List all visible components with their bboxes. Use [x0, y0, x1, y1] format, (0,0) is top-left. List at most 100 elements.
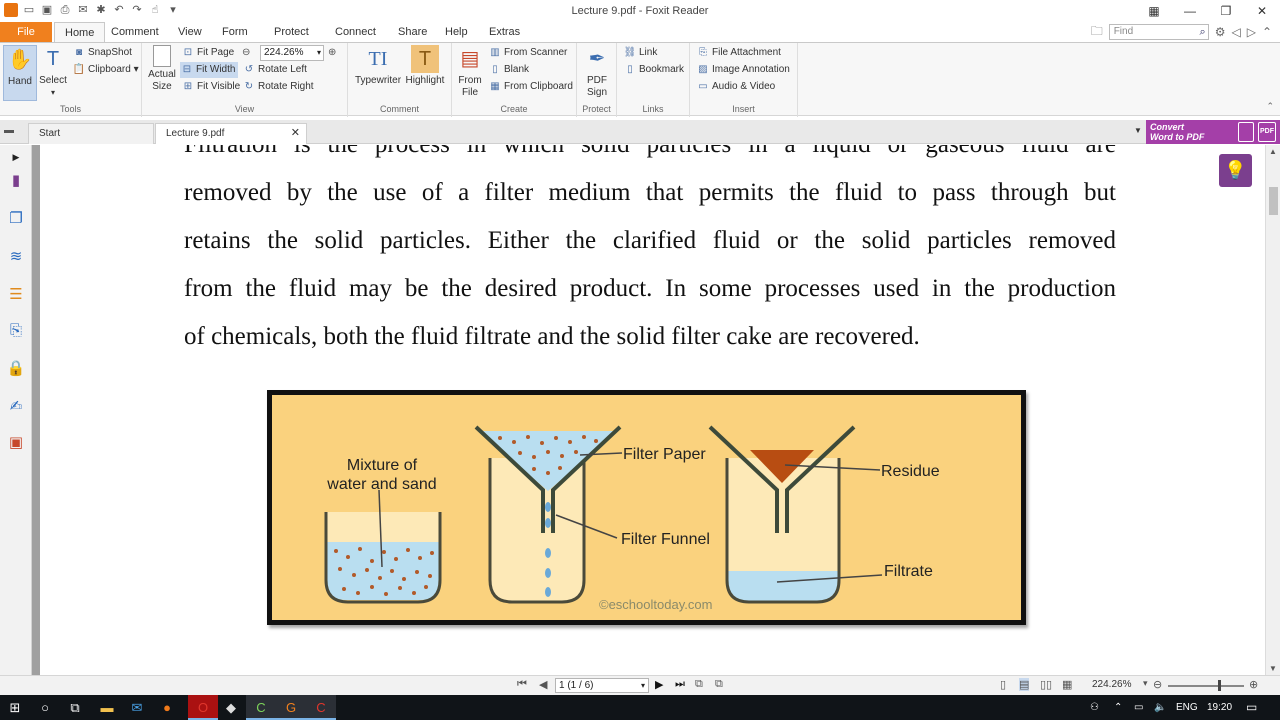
scroll-up-icon[interactable]: ▲ — [1269, 147, 1277, 156]
app-icon[interactable]: ◆ — [216, 695, 246, 720]
from-scanner-button[interactable]: ▥ From Scanner — [488, 45, 567, 61]
pages-icon[interactable]: ❐ — [6, 209, 26, 229]
search-folder-icon[interactable]: 🗀 — [1091, 22, 1103, 43]
snapshot-button[interactable]: ◙ SnapShot — [72, 45, 132, 61]
continuous-page-icon[interactable]: ▤ — [1019, 678, 1030, 691]
firefox-icon[interactable]: ● — [152, 695, 182, 720]
blank-button[interactable]: ▯ Blank — [488, 62, 529, 78]
from-clipboard-button[interactable]: ▦ From Clipboard — [488, 79, 573, 95]
tab-share[interactable]: Share — [388, 22, 437, 42]
image-annotation-button[interactable]: ▨ Image Annotation — [696, 62, 790, 78]
pdf-sign-button[interactable]: ✒ PDF Sign — [581, 45, 613, 99]
people-icon[interactable]: ⚇ — [1090, 695, 1099, 720]
tab-protect[interactable]: Protect — [264, 22, 319, 42]
minimize-button[interactable]: — — [1172, 0, 1208, 22]
zoom-select[interactable]: 224.26% ▾ — [260, 45, 324, 61]
continuous-facing-icon[interactable]: ▦ — [1062, 678, 1072, 691]
collapse-icon[interactable]: ⌃ — [1266, 101, 1274, 112]
clipboard-button[interactable]: 📋 Clipboard ▾ — [72, 62, 139, 78]
bookmark-button[interactable]: ▯ Bookmark — [623, 62, 684, 78]
rotate-left-button[interactable]: ↺ Rotate Left — [242, 62, 307, 78]
facing-page-icon[interactable]: ▯▯ — [1040, 678, 1052, 691]
from-file-button[interactable]: ▤ From File — [456, 45, 484, 99]
foxit-reader-icon[interactable]: G — [276, 695, 306, 720]
layers-icon[interactable]: ≋ — [6, 247, 26, 267]
bookmarks-icon[interactable]: ▮ — [6, 171, 26, 191]
opera-icon[interactable]: O — [188, 695, 218, 720]
scrollbar-thumb[interactable] — [1269, 187, 1278, 215]
actual-size-button[interactable]: Actual Size — [146, 45, 178, 93]
mail-icon[interactable]: ✉ — [122, 695, 152, 720]
zoom-in-icon[interactable]: ⊕ — [1249, 678, 1258, 691]
tab-extras[interactable]: Extras — [479, 22, 530, 42]
zoom-slider-track[interactable] — [1168, 685, 1244, 687]
lightbulb-tip-icon[interactable]: 💡 — [1219, 154, 1252, 187]
tab-form[interactable]: Form — [212, 22, 258, 42]
task-view-icon[interactable]: ⧉ — [60, 695, 90, 720]
fit-visible-button[interactable]: ⊞ Fit Visible — [181, 79, 240, 95]
language-indicator[interactable]: ENG — [1176, 695, 1198, 720]
tab-file[interactable]: File — [0, 22, 52, 42]
zoom-out-icon[interactable]: ⊖ — [242, 45, 250, 61]
highlight-button[interactable]: T Highlight — [404, 45, 446, 87]
zoom-slider-knob[interactable] — [1218, 680, 1221, 691]
volume-icon[interactable]: 🔈 — [1154, 695, 1166, 720]
fit-page-button[interactable]: ⊡ Fit Page — [181, 45, 234, 61]
security-lock-icon[interactable]: 🔒 — [6, 359, 26, 379]
collapse-ribbon-icon[interactable]: ⌃ — [1262, 25, 1272, 39]
tab-help[interactable]: Help — [435, 22, 478, 42]
doc-tab-start[interactable]: Start — [28, 123, 154, 144]
audio-video-button[interactable]: ▭ Audio & Video — [696, 79, 775, 95]
attachments-icon[interactable]: ⎘ — [6, 321, 26, 341]
start-windows-icon[interactable]: ⊞ — [0, 695, 30, 720]
comments-icon[interactable]: ☰ — [6, 285, 26, 305]
file-explorer-icon[interactable]: ▬ — [92, 695, 122, 720]
zoom-in-icon[interactable]: ⊕ — [328, 45, 336, 61]
next-view-icon[interactable]: ⧉ — [715, 678, 723, 691]
single-page-icon[interactable]: ▯ — [1000, 678, 1006, 691]
cortana-search-icon[interactable]: ○ — [30, 695, 60, 720]
select-tool-button[interactable]: T Select ▾ — [38, 45, 68, 99]
tab-home[interactable]: Home — [54, 22, 106, 43]
digital-sign-icon[interactable]: ▣ — [6, 433, 26, 453]
recorder-icon[interactable]: C — [306, 695, 336, 720]
tab-comment[interactable]: Comment — [101, 22, 169, 42]
expand-panel-icon[interactable]: ▶ — [6, 147, 26, 167]
tab-connect[interactable]: Connect — [325, 22, 386, 42]
maximize-button[interactable]: ❐ — [1208, 0, 1244, 22]
next-page-icon[interactable]: ▶ — [655, 678, 663, 691]
vertical-scrollbar[interactable]: ▲ ▼ — [1265, 145, 1280, 675]
ribbon-options-icon[interactable]: ▦ — [1136, 0, 1172, 22]
forward-icon[interactable]: ▷ — [1247, 25, 1256, 39]
back-icon[interactable]: ◁ — [1231, 25, 1240, 39]
link-button[interactable]: ⛓ Link — [623, 45, 658, 61]
tray-expand-icon[interactable]: ⌃ — [1114, 695, 1122, 720]
page-number-select[interactable]: 1 (1 / 6) ▾ — [555, 678, 649, 693]
close-button[interactable]: ✕ — [1244, 0, 1280, 22]
previous-page-icon[interactable]: ◀ — [539, 678, 547, 691]
zoom-dropdown-icon[interactable]: ▾ — [1143, 678, 1148, 689]
camtasia-icon[interactable]: C — [246, 695, 276, 720]
tab-view[interactable]: View — [168, 22, 212, 42]
rotate-right-button[interactable]: ↻ Rotate Right — [242, 79, 314, 95]
find-input[interactable]: Find ⌕ — [1108, 24, 1209, 40]
scroll-down-icon[interactable]: ▼ — [1269, 664, 1277, 673]
convert-word-to-pdf-banner[interactable]: ▼ Convert Word to PDF PDF — [1134, 120, 1280, 144]
dropdown-arrow-icon[interactable]: ▼ — [1134, 126, 1142, 136]
fit-width-button[interactable]: ⊟ Fit Width — [180, 62, 238, 78]
signature-icon[interactable]: ✍ — [6, 397, 26, 417]
settings-gear-icon[interactable]: ⚙ — [1215, 25, 1226, 39]
hand-tool-button[interactable]: ✋ Hand — [3, 45, 37, 101]
close-tab-icon[interactable]: ✕ — [291, 124, 300, 143]
first-page-icon[interactable]: ⏮ — [517, 678, 527, 691]
network-icon[interactable]: ▭ — [1134, 695, 1143, 720]
zoom-out-icon[interactable]: ⊖ — [1153, 678, 1162, 691]
notifications-icon[interactable]: ▭ — [1246, 695, 1257, 720]
file-attachment-button[interactable]: ⎘ File Attachment — [696, 45, 781, 61]
typewriter-button[interactable]: TI Typewriter — [354, 45, 402, 87]
tabs-menu-icon[interactable]: ▬ — [4, 125, 14, 136]
doc-tab-lecture[interactable]: Lecture 9.pdf ✕ — [155, 123, 307, 144]
clock[interactable]: 19:20 — [1207, 695, 1232, 720]
panel-splitter[interactable] — [32, 145, 40, 675]
search-icon[interactable]: ⌕ — [1200, 25, 1206, 39]
